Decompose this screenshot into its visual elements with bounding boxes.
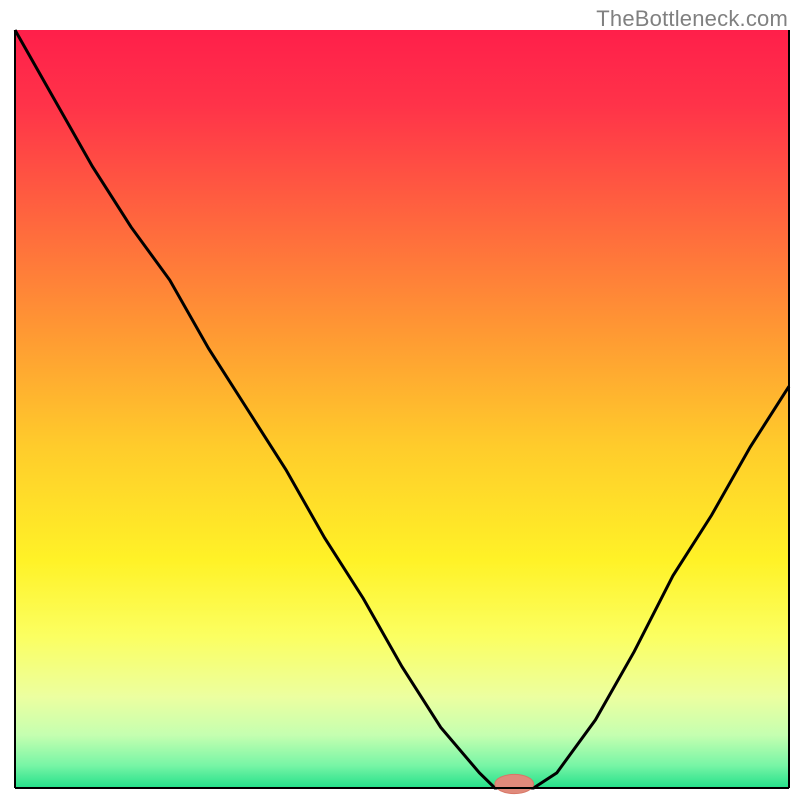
chart-background <box>15 30 789 788</box>
bottleneck-chart <box>0 0 800 800</box>
chart-container: TheBottleneck.com <box>0 0 800 800</box>
optimal-marker <box>495 774 534 793</box>
